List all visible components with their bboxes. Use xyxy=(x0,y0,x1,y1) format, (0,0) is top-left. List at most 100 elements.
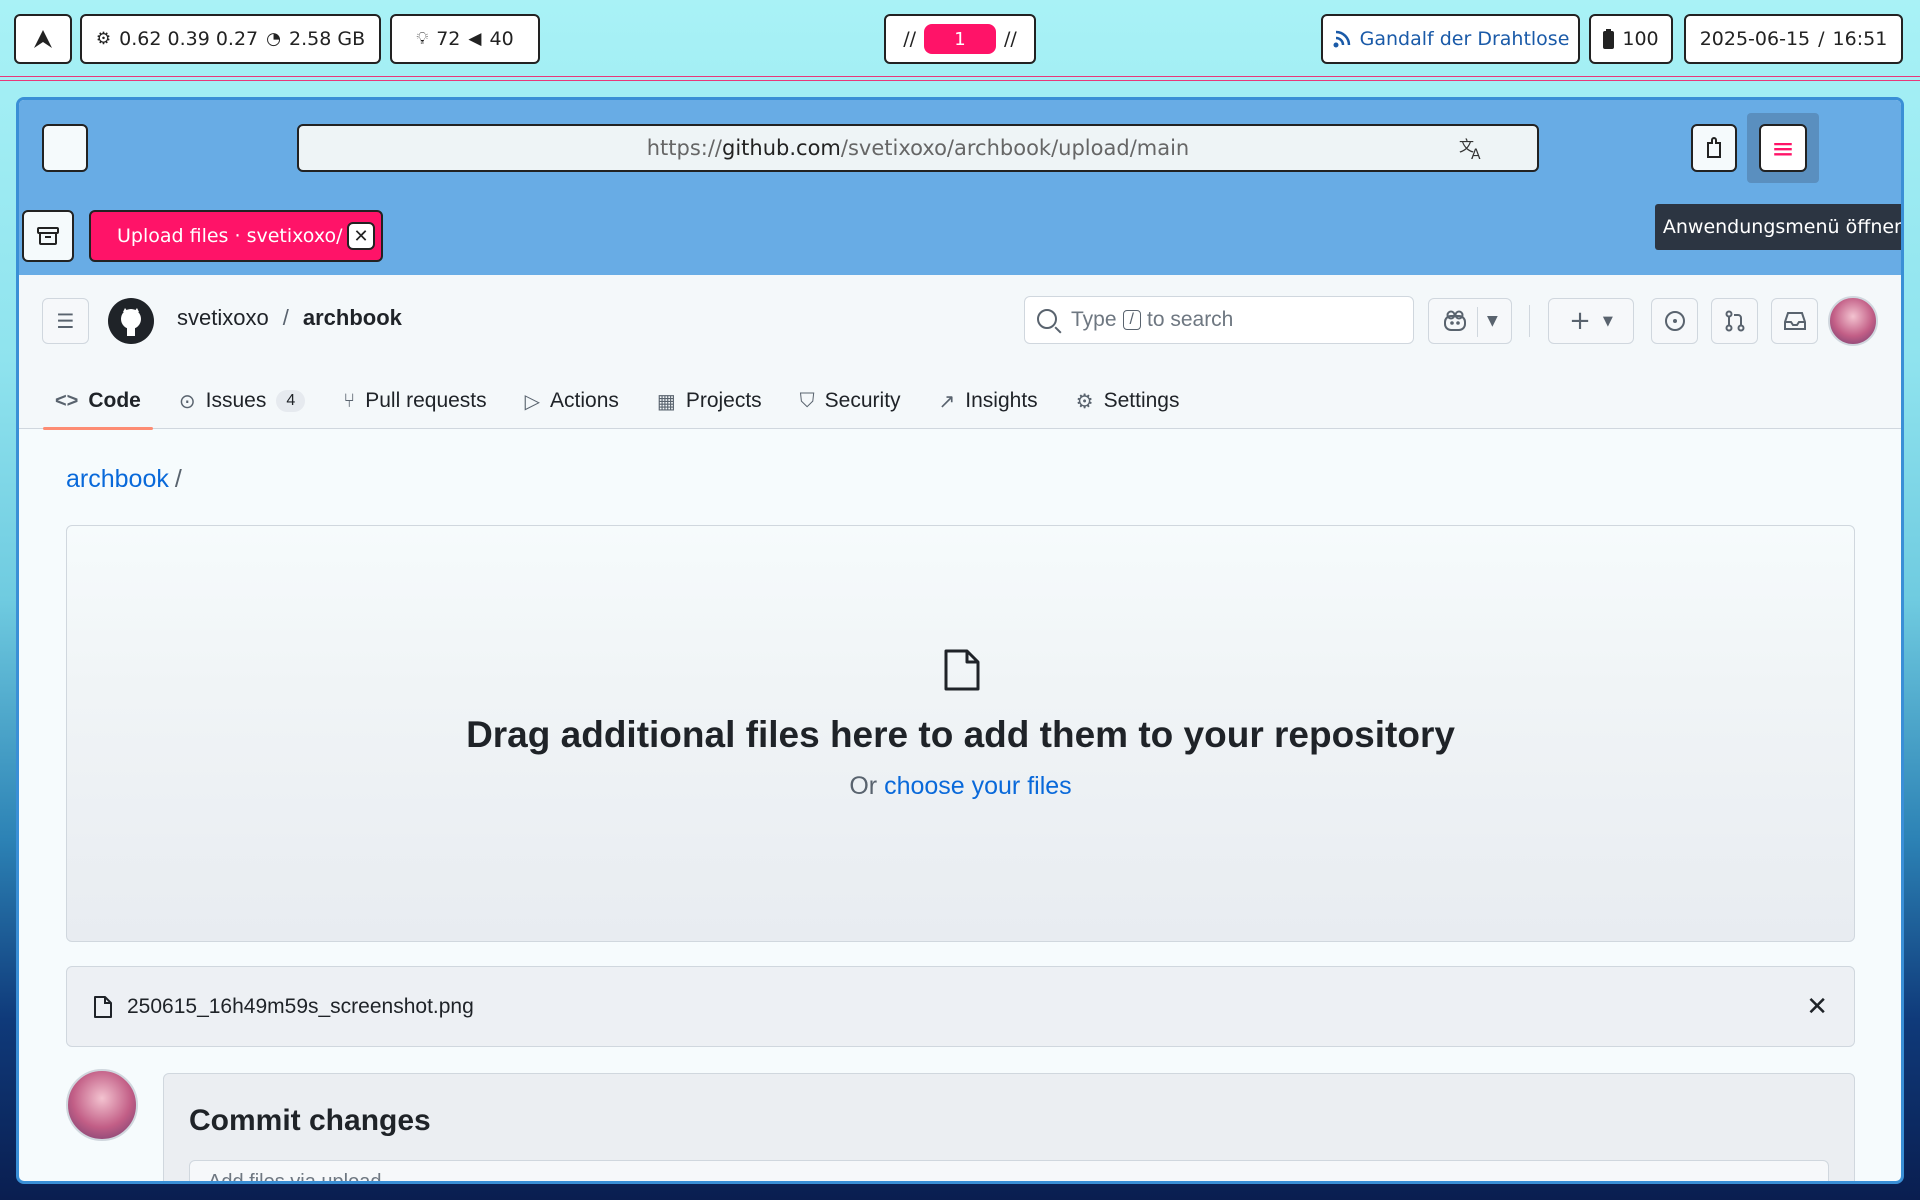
copilot-button[interactable]: ▼ xyxy=(1428,298,1512,344)
tab-upload-files[interactable]: Upload files · svetixoxo/archbook ✕ xyxy=(89,210,383,262)
code-icon: <> xyxy=(55,389,79,412)
workspace-separator-right: // xyxy=(1004,28,1017,50)
arch-logo-icon xyxy=(32,28,54,50)
battery-level: 100 xyxy=(1622,28,1659,50)
repo-link[interactable]: archbook xyxy=(303,305,402,330)
tab-insights[interactable]: ↗ Insights xyxy=(927,373,1050,429)
cpu-icon: ⚙ xyxy=(95,29,112,49)
url-bar[interactable]: https://github.com/svetixoxo/archbook/up… xyxy=(297,124,1539,172)
workspace-switcher: // 1 // xyxy=(884,14,1036,64)
extensions-button[interactable] xyxy=(1691,124,1737,172)
repo-breadcrumb: svetixoxo / archbook xyxy=(177,305,402,331)
tab-overview-button[interactable] xyxy=(22,210,74,262)
workspace-1-button[interactable]: 1 xyxy=(924,24,996,54)
workspace-separator-left: // xyxy=(903,28,916,50)
lightbulb-icon: 💡︎ xyxy=(416,29,429,49)
tab-projects[interactable]: ▦ Projects xyxy=(645,373,774,429)
file-dropzone[interactable]: Drag additional files here to add them t… xyxy=(66,525,1855,942)
breadcrumb-separator: / xyxy=(282,305,289,330)
uploaded-file-row: 250615_16h49m59s_screenshot.png ✕ xyxy=(66,966,1855,1047)
file-icon xyxy=(943,648,981,692)
puzzle-icon xyxy=(1704,137,1724,159)
search-input[interactable]: Type / to search xyxy=(1024,296,1414,344)
inbox-button[interactable] xyxy=(1771,298,1818,344)
inbox-icon xyxy=(1783,311,1807,331)
tab-security[interactable]: ⛉ Security xyxy=(788,373,913,429)
date-time-separator: / xyxy=(1818,28,1825,50)
tab-actions[interactable]: ▷ Actions xyxy=(513,373,631,429)
copilot-icon xyxy=(1443,310,1467,332)
translate-icon[interactable]: 文A xyxy=(1459,136,1485,160)
tab-code-label: Code xyxy=(88,389,141,412)
volume-value: 40 xyxy=(489,28,514,50)
avatar xyxy=(66,1069,138,1141)
breadcrumb-slash: / xyxy=(174,465,182,493)
repo-nav: <> Code ⊙ Issues 4 ⑂ Pull requests ▷ Act… xyxy=(43,373,1206,430)
commit-author-avatar xyxy=(66,1069,138,1141)
search-icon xyxy=(1037,309,1057,329)
graph-icon: ↗ xyxy=(938,390,956,413)
create-new-button[interactable]: + ▼ xyxy=(1548,298,1634,344)
split-divider xyxy=(1477,307,1478,337)
commit-changes-heading: Commit changes xyxy=(189,1104,431,1137)
browser-chrome: https://github.com/svetixoxo/archbook/up… xyxy=(19,100,1901,275)
sidebar-toggle-button[interactable] xyxy=(42,124,88,172)
file-icon xyxy=(93,995,113,1019)
tab-security-label: Security xyxy=(824,389,901,412)
uploaded-file-name: 250615_16h49m59s_screenshot.png xyxy=(127,994,474,1018)
archive-icon xyxy=(37,227,59,245)
global-nav-menu-button[interactable]: ☰ xyxy=(42,298,89,344)
gear-icon: ⚙ xyxy=(1075,390,1094,413)
issue-opened-icon xyxy=(1664,310,1686,332)
commit-message-input[interactable]: Add files via upload xyxy=(189,1160,1829,1181)
tab-pull-requests[interactable]: ⑂ Pull requests xyxy=(331,373,498,429)
breadcrumb-repo-link[interactable]: archbook xyxy=(66,465,169,493)
plus-icon: + xyxy=(1569,306,1591,336)
tab-insights-label: Insights xyxy=(965,389,1038,412)
github-logo-icon[interactable] xyxy=(108,298,154,344)
battery-status: 100 xyxy=(1589,14,1673,64)
commit-changes-panel: Commit changes Add files via upload xyxy=(163,1073,1855,1181)
copilot-dropdown-chevron-icon[interactable]: ▼ xyxy=(1487,313,1498,329)
memory-icon: ◔ xyxy=(266,29,281,49)
wifi-icon xyxy=(1332,29,1352,49)
brightness-volume[interactable]: 💡︎ 72 ◀ 40 xyxy=(390,14,540,64)
clock[interactable]: 2025-06-15 / 16:51 xyxy=(1684,14,1903,64)
user-avatar[interactable] xyxy=(1828,296,1878,346)
wifi-name: Gandalf der Drahtlose xyxy=(1359,28,1570,50)
owner-link[interactable]: svetixoxo xyxy=(177,305,269,330)
system-stats: ⚙ 0.62 0.39 0.27 ◔ 2.58 GB xyxy=(80,14,381,64)
dropzone-title: Drag additional files here to add them t… xyxy=(466,714,1455,755)
github-header: ☰ svetixoxo / archbook Type / to search ▼ xyxy=(19,275,1901,430)
launcher-button[interactable] xyxy=(14,14,72,64)
tab-code[interactable]: <> Code xyxy=(43,373,153,430)
system-status-bar: ⚙ 0.62 0.39 0.27 ◔ 2.58 GB 💡︎ 72 ◀ 40 //… xyxy=(0,0,1920,81)
browser-window: https://github.com/svetixoxo/archbook/up… xyxy=(16,97,1904,1184)
issues-button[interactable] xyxy=(1651,298,1698,344)
git-pull-request-icon xyxy=(1724,310,1746,332)
choose-files-link[interactable]: choose your files xyxy=(884,772,1072,800)
remove-file-icon[interactable]: ✕ xyxy=(1806,991,1828,1022)
url-scheme: https:// xyxy=(646,136,723,160)
app-menu-button[interactable]: ≡ xyxy=(1759,124,1807,172)
git-pull-request-icon: ⑂ xyxy=(343,389,356,412)
speaker-icon: ◀ xyxy=(468,29,482,49)
svg-text:A: A xyxy=(1471,147,1481,160)
shield-icon: ⛉ xyxy=(799,389,815,412)
header-divider xyxy=(1529,305,1530,337)
pull-requests-button[interactable] xyxy=(1711,298,1758,344)
battery-icon xyxy=(1603,29,1615,49)
search-placeholder-prefix: Type xyxy=(1071,308,1117,331)
url-host: github.com xyxy=(722,136,841,160)
cpu-load: 0.62 0.39 0.27 xyxy=(119,28,259,50)
date: 2025-06-15 xyxy=(1699,28,1811,50)
tab-projects-label: Projects xyxy=(685,389,762,412)
tab-settings[interactable]: ⚙ Settings xyxy=(1064,373,1192,429)
close-tab-icon[interactable]: ✕ xyxy=(347,222,375,250)
tab-pull-requests-label: Pull requests xyxy=(365,389,487,412)
tab-issues[interactable]: ⊙ Issues 4 xyxy=(167,373,317,429)
dropzone-or: Or xyxy=(849,772,878,800)
url-path: /svetixoxo/archbook/upload/main xyxy=(840,136,1190,160)
wifi-status[interactable]: Gandalf der Drahtlose xyxy=(1321,14,1580,64)
issues-count-badge: 4 xyxy=(276,390,306,412)
